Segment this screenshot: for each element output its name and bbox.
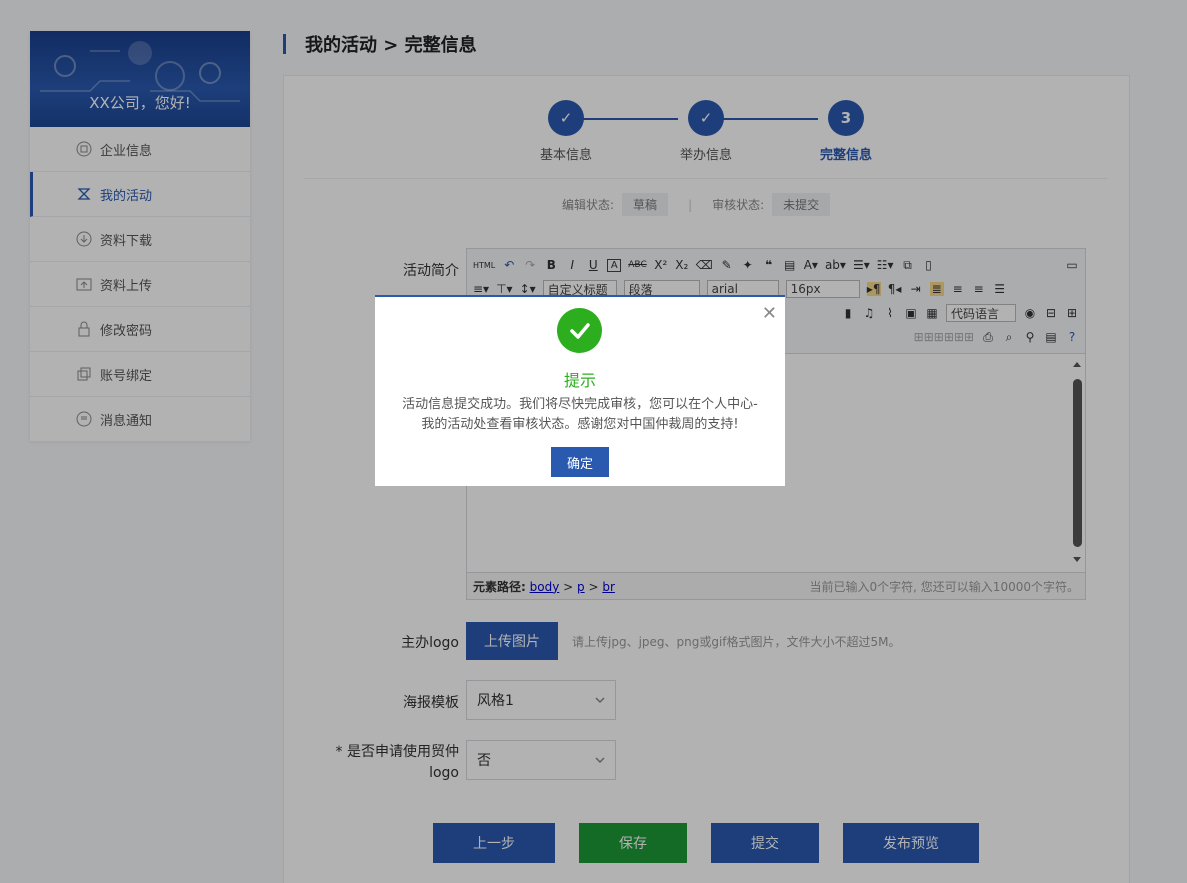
success-dialog: ✕ 提示 活动信息提交成功。我们将尽快完成审核，您可以在个人中心- 我的活动处查… (375, 295, 785, 486)
success-check-icon (557, 308, 602, 353)
dialog-message-line2: 我的活动处查看审核状态。感谢您对中国仲裁周的支持! (421, 417, 739, 432)
dialog-message: 活动信息提交成功。我们将尽快完成审核，您可以在个人中心- 我的活动处查看审核状态… (395, 395, 765, 435)
confirm-button[interactable]: 确定 (551, 447, 609, 477)
close-icon[interactable]: ✕ (762, 303, 777, 324)
dialog-title: 提示 (563, 371, 596, 390)
dialog-message-line1: 活动信息提交成功。我们将尽快完成审核，您可以在个人中心- (402, 397, 758, 412)
